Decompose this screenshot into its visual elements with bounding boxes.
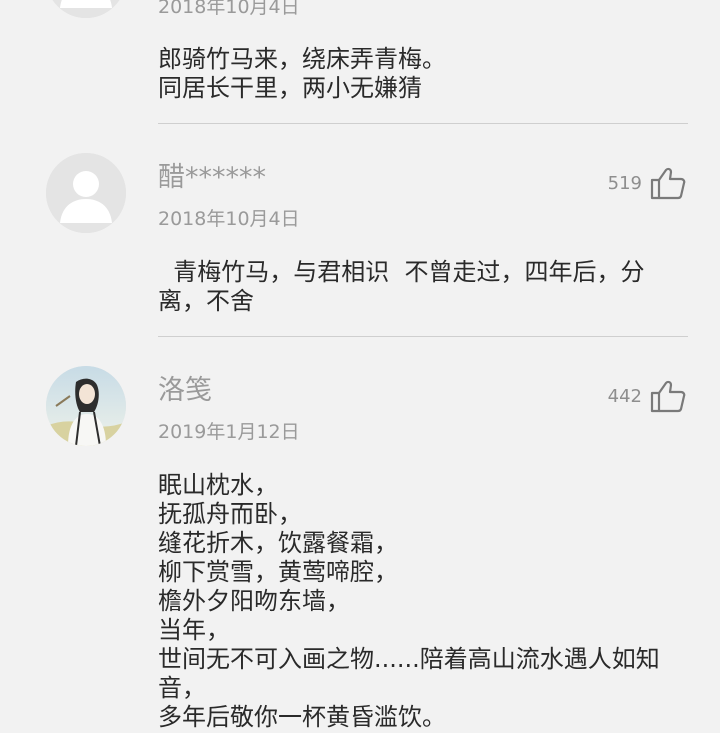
divider [158,336,688,337]
like-count: 519 [607,172,642,194]
avatar[interactable] [46,153,126,233]
comment-line: 世间无不可入画之物......陪着高山流水遇人如知音， [158,645,660,702]
username[interactable]: 醋****** [158,161,266,195]
thumbs-up-icon[interactable] [650,379,686,413]
avatar[interactable] [46,0,126,18]
illustrated-portrait-avatar [46,366,126,446]
comment-line: 抚孤舟而卧， [158,500,302,528]
comment-line: 当年， [158,616,230,644]
comment-date: 2018年10月4日 [158,0,300,18]
comment-text: 青梅竹马，与君相识 不曾走过，四年后，分离，不舍 [158,258,692,316]
comment-line: 郎骑竹马来，绕床弄青梅。 [158,45,446,73]
comment-line: 多年后敬你一杯黄昏滥饮。 [158,703,446,731]
comment-text: 郎骑竹马来，绕床弄青梅。 同居长干里，两小无嫌猜 [158,45,692,103]
comment-line: 青梅竹马，与君相识 不曾走过，四年后，分离，不舍 [158,258,645,315]
username[interactable]: 洛笺 [158,374,212,408]
comment-line: 缝花折木，饮露餐霜， [158,529,398,557]
avatar[interactable] [46,366,126,446]
comment-line: 同居长干里，两小无嫌猜 [158,74,422,102]
comment-date: 2019年1月12日 [158,421,300,443]
like-control[interactable]: 519 [608,166,686,200]
like-count: 442 [607,385,642,407]
default-user-icon [46,153,126,233]
thumbs-up-icon[interactable] [650,166,686,200]
comment-date: 2018年10月4日 [158,208,300,230]
comment-line: 檐外夕阳吻东墙， [158,587,350,615]
divider [158,123,688,124]
like-control[interactable]: 442 [608,379,686,413]
comment-line: 柳下赏雪，黄莺啼腔， [158,558,398,586]
default-user-icon [46,0,126,18]
comment-text: 眠山枕水， 抚孤舟而卧， 缝花折木，饮露餐霜， 柳下赏雪，黄莺啼腔， 檐外夕阳吻… [158,471,692,732]
comment-line: 眠山枕水， [158,471,278,499]
